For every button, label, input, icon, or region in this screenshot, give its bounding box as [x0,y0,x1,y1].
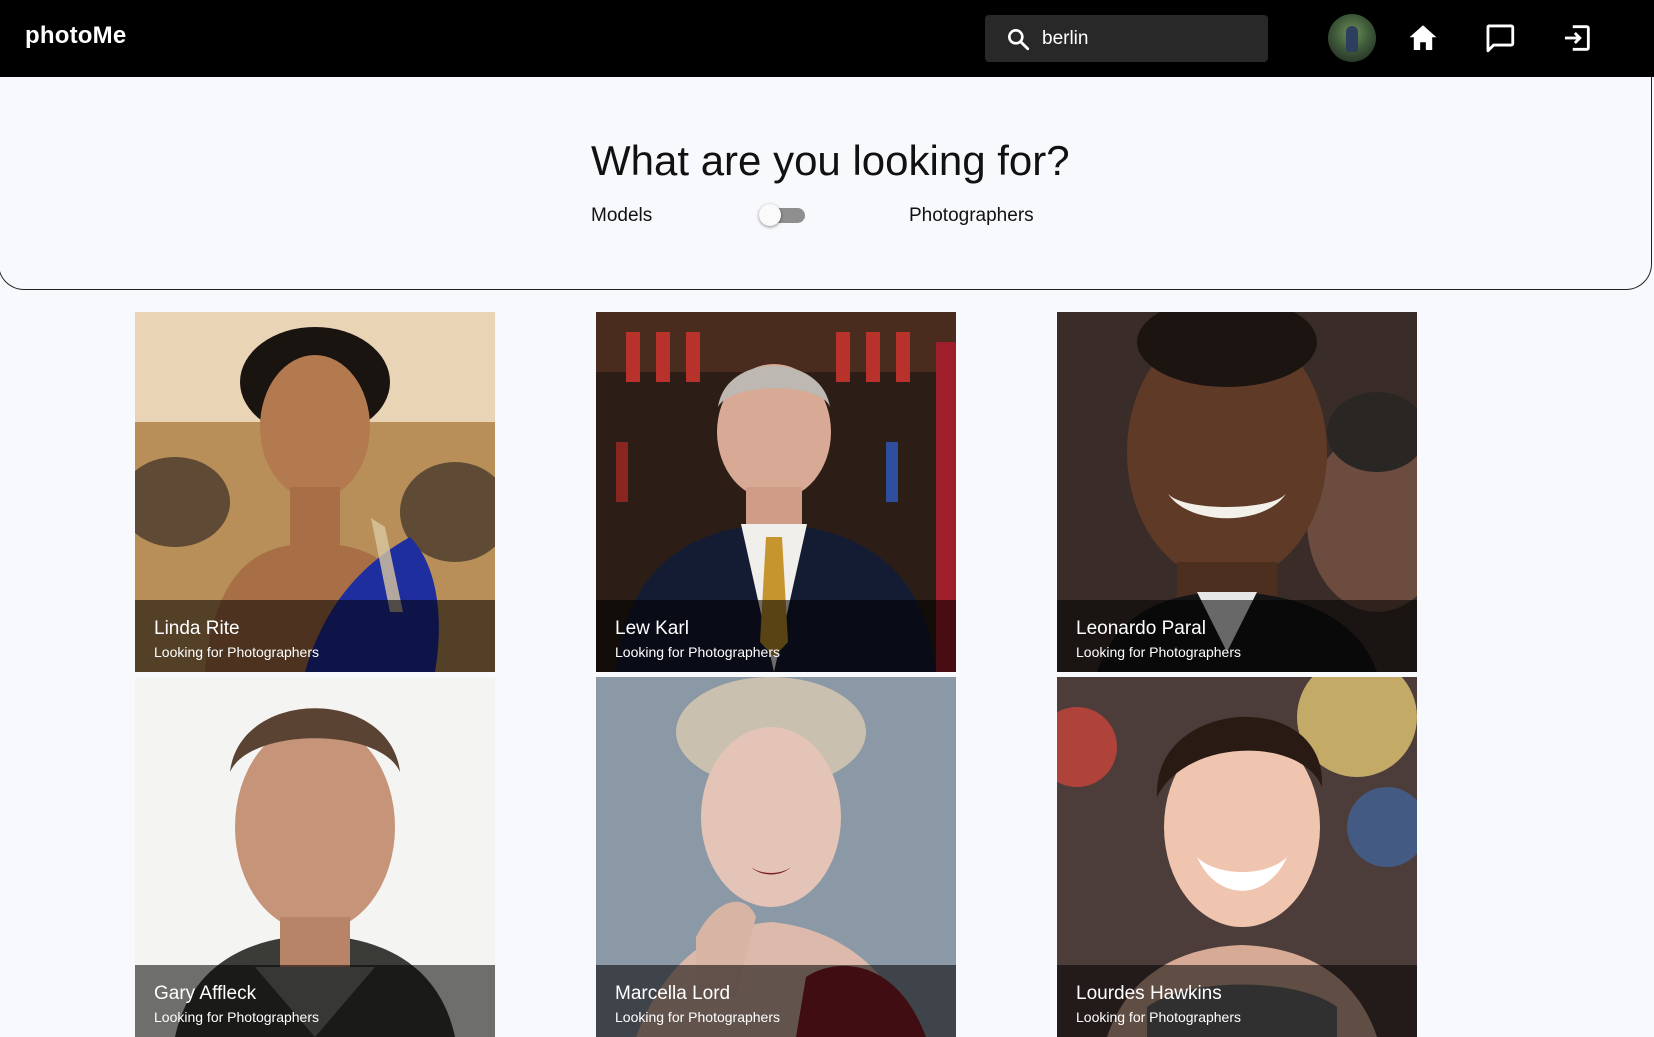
chat-icon[interactable] [1483,21,1517,55]
home-icon[interactable] [1406,21,1440,55]
page-title: What are you looking for? [591,137,1070,184]
profile-name: Lourdes Hawkins [1076,983,1222,1004]
photographers-label: Photographers [909,205,1034,226]
search-filter-panel: What are you looking for? Models Photogr… [0,77,1652,290]
brand-logo[interactable]: photoMe [25,22,126,50]
profile-card[interactable]: Lew Karl Looking for Photographers [596,312,956,672]
profile-name: Linda Rite [154,618,240,639]
profile-name: Gary Affleck [154,983,257,1004]
profile-subtitle: Looking for Photographers [615,1009,780,1025]
profile-card[interactable]: Lourdes Hawkins Looking for Photographer… [1057,677,1417,1037]
top-app-bar: photoMe [0,0,1654,77]
profile-subtitle: Looking for Photographers [1076,644,1241,660]
search-input[interactable] [1042,15,1257,62]
role-toggle-switch[interactable] [759,202,807,228]
models-label: Models [591,205,653,226]
profile-subtitle: Looking for Photographers [154,1009,319,1025]
profile-subtitle: Looking for Photographers [1076,1009,1241,1025]
search-box[interactable] [985,15,1268,62]
profile-subtitle: Looking for Photographers [154,644,319,660]
profile-card[interactable]: Leonardo Paral Looking for Photographers [1057,312,1417,672]
profile-name: Marcella Lord [615,983,731,1004]
profile-card[interactable]: Gary Affleck Looking for Photographers [135,677,495,1037]
profile-card[interactable]: Linda Rite Looking for Photographers [135,312,495,672]
search-icon [1008,29,1030,51]
toggle-thumb [759,204,781,226]
profile-name: Lew Karl [615,618,689,639]
profile-subtitle: Looking for Photographers [615,644,780,660]
logout-icon[interactable] [1560,21,1594,55]
profile-name: Leonardo Paral [1076,618,1206,639]
user-avatar[interactable] [1328,14,1376,62]
profile-card[interactable]: Marcella Lord Looking for Photographers [596,677,956,1037]
avatar-figure [1346,26,1358,52]
